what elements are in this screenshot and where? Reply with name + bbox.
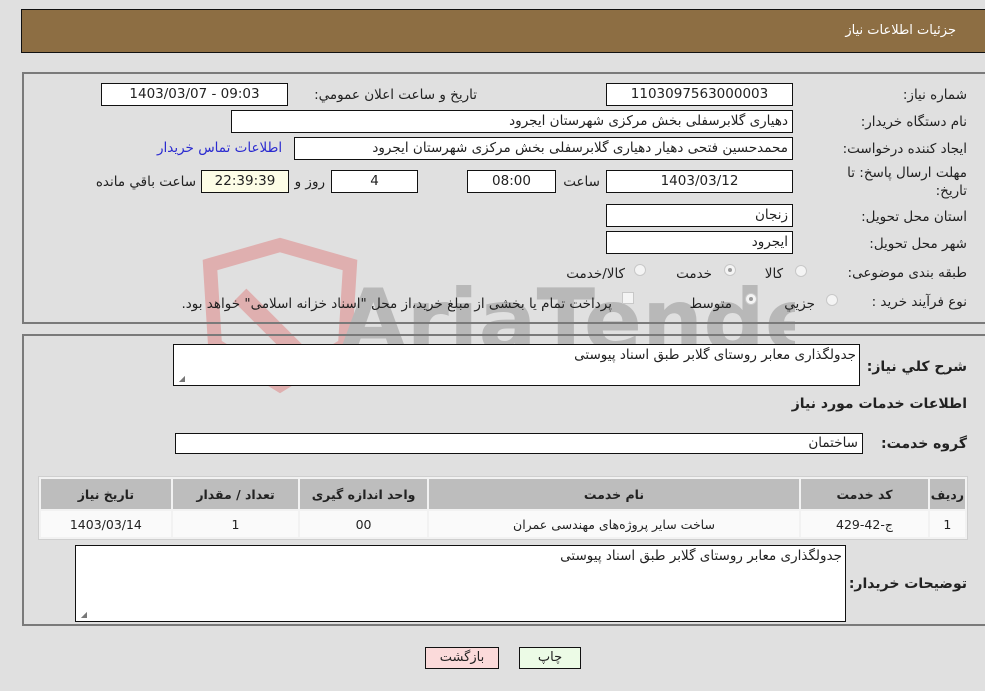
category-radio-goods[interactable] (795, 265, 807, 277)
process-label: نوع فرآیند خرید : (871, 294, 967, 310)
category-radio-service[interactable] (724, 264, 736, 276)
col-row-number: ردیف (929, 479, 965, 509)
buyer-org-label: نام دستگاه خریدار: (860, 114, 967, 130)
province-field: زنجان (606, 204, 793, 227)
need-number-field: 1103097563000003 (606, 83, 793, 106)
page-header: جزئیات اطلاعات نیاز (21, 9, 985, 53)
process-option-minor: جزيي (784, 296, 815, 312)
deadline-time-field: 08:00 (467, 170, 556, 193)
col-service-code: کد خدمت (801, 479, 928, 509)
deadline-label-date: تاریخ: (935, 183, 967, 199)
process-radio-minor[interactable] (826, 294, 838, 306)
announce-datetime-label: تاریخ و ساعت اعلان عمومي: (314, 87, 477, 103)
treasury-checkbox[interactable] (622, 292, 634, 304)
resize-grip-icon[interactable]: ◢ (79, 611, 87, 619)
services-table: ردیف کد خدمت نام خدمت واحد اندازه گیری ت… (38, 476, 968, 540)
category-radio-goods-service[interactable] (634, 264, 646, 276)
need-number-label: شماره نیاز: (902, 87, 967, 103)
service-group-field: ساختمان (175, 433, 863, 454)
col-need-date: تاریخ نیاز (41, 479, 171, 509)
col-service-name: نام خدمت (428, 479, 800, 509)
category-option-goods-service: کالا/خدمت (566, 266, 625, 282)
days-label: روز و (294, 174, 325, 190)
resize-grip-icon[interactable]: ◢ (177, 375, 185, 383)
city-field: ایجرود (606, 231, 793, 254)
col-unit: واحد اندازه گیری (300, 479, 427, 509)
buyer-notes-text: جدولگذاری معابر روستای گلابر طبق اسناد پ… (560, 548, 842, 564)
category-label: طبقه بندی موضوعی: (847, 265, 967, 281)
table-row: 1 ج-42-429 ساخت سایر پروژه‌های مهندسی عم… (41, 511, 965, 537)
cell-quantity: 1 (172, 511, 299, 537)
cell-unit: 00 (300, 511, 427, 537)
process-option-medium: متوسط (689, 296, 732, 312)
services-heading: اطلاعات خدمات مورد نياز (791, 396, 967, 412)
treasury-note: پرداخت تمام یا بخشی از مبلغ خرید،از محل … (181, 296, 612, 312)
category-option-goods: کالا (764, 266, 783, 282)
cell-service-code: ج-42-429 (801, 511, 928, 537)
summary-label: شرح کلي نياز: (866, 359, 967, 375)
requester-field: محمدحسین فتحی دهیار دهیاری گلابرسفلی بخش… (294, 137, 793, 160)
buyer-contact-link[interactable]: اطلاعات تماس خریدار (157, 140, 282, 156)
col-quantity: تعداد / مقدار (172, 479, 299, 509)
buyer-notes-textarea[interactable]: جدولگذاری معابر روستای گلابر طبق اسناد پ… (75, 545, 846, 622)
requester-label: ایجاد کننده درخواست: (842, 141, 967, 157)
city-label: شهر محل تحویل: (869, 236, 967, 252)
remaining-time-label: ساعت باقي مانده (95, 174, 196, 190)
summary-textarea[interactable]: جدولگذاری معابر روستای گلابر طبق اسناد پ… (173, 344, 860, 386)
cell-row-number: 1 (929, 511, 965, 537)
print-button[interactable]: چاپ (519, 647, 581, 669)
service-group-label: گروه خدمت: (881, 436, 967, 452)
deadline-time-label: ساعت (563, 174, 600, 190)
remaining-days-field: 4 (331, 170, 418, 193)
summary-text: جدولگذاری معابر روستای گلابر طبق اسناد پ… (574, 347, 856, 363)
cell-need-date: 1403/03/14 (41, 511, 171, 537)
deadline-date-field: 1403/03/12 (606, 170, 793, 193)
category-option-service: خدمت (676, 266, 712, 282)
announce-datetime-field: 1403/03/07 - 09:03 (101, 83, 288, 106)
cell-service-name: ساخت سایر پروژه‌های مهندسی عمران (428, 511, 800, 537)
deadline-label: مهلت ارسال پاسخ: تا (847, 165, 967, 181)
province-label: استان محل تحویل: (861, 209, 967, 225)
back-button[interactable]: بازگشت (425, 647, 499, 669)
buyer-org-field: دهیاری گلابرسفلی بخش مرکزی شهرستان ایجرو… (231, 110, 793, 133)
process-radio-medium[interactable] (745, 293, 757, 305)
page-title: جزئیات اطلاعات نیاز (845, 23, 956, 38)
buyer-notes-label: توضیحات خریدار: (848, 576, 967, 592)
remaining-time-field: 22:39:39 (201, 170, 289, 193)
table-header-row: ردیف کد خدمت نام خدمت واحد اندازه گیری ت… (41, 479, 965, 509)
